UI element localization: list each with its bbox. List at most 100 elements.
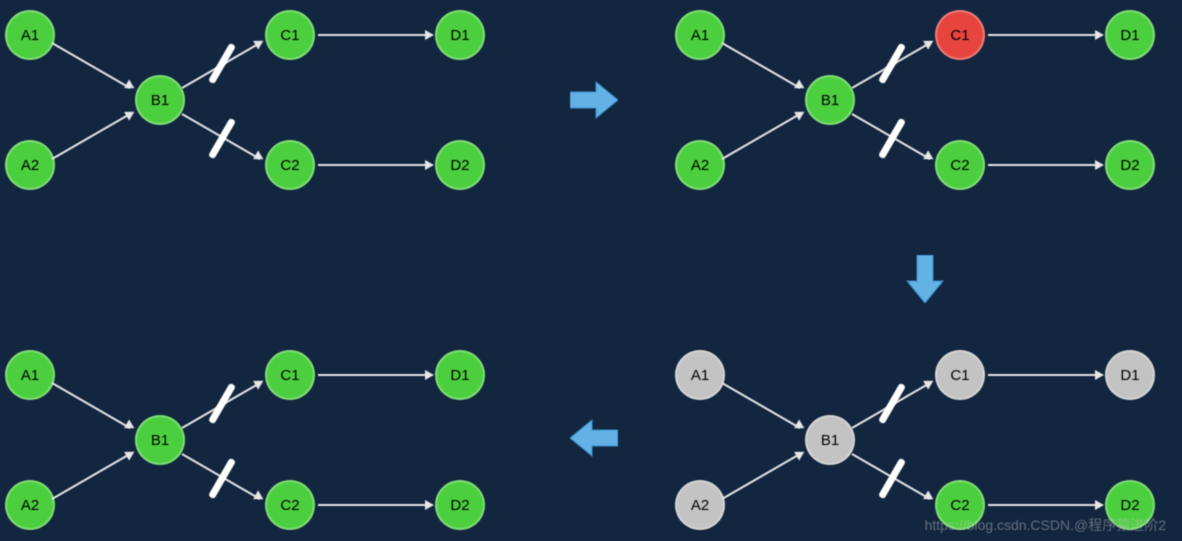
arrow-down-icon (905, 255, 945, 303)
node-label: C1 (280, 27, 299, 44)
edge-c1-d1 (988, 34, 1098, 36)
barrier-bottom (208, 458, 236, 500)
arrow-right-icon (570, 80, 618, 120)
node-a1: A1 (5, 10, 55, 60)
edge-a2-b1 (52, 113, 131, 160)
node-label: A1 (21, 27, 39, 44)
node-label: C1 (950, 27, 969, 44)
edge-c2-d2 (988, 504, 1098, 506)
edge-c2-d2 (318, 504, 428, 506)
node-label: D2 (1120, 497, 1139, 514)
node-d1: D1 (435, 10, 485, 60)
node-label: B1 (151, 432, 169, 449)
node-label: A1 (691, 27, 709, 44)
node-a2: A2 (675, 140, 725, 190)
node-b1: B1 (135, 75, 185, 125)
edge-head (1095, 500, 1104, 510)
edge-head (794, 79, 807, 92)
edge-c1-d1 (318, 34, 428, 36)
node-a1: A1 (5, 350, 55, 400)
edge-c2-d2 (988, 164, 1098, 166)
node-d2: D2 (435, 140, 485, 190)
node-label: C2 (950, 157, 969, 174)
edge-head (923, 490, 936, 503)
node-label: C1 (950, 367, 969, 384)
edge-head (253, 36, 266, 49)
node-label: C2 (280, 157, 299, 174)
edge-head (124, 447, 137, 460)
barrier-top (208, 43, 236, 85)
edge-head (253, 490, 266, 503)
edge-head (124, 107, 137, 120)
node-label: B1 (151, 92, 169, 109)
watermark: https://blog.csdn.CSDN.@程序猿进阶2 (925, 515, 1166, 535)
node-label: A2 (21, 497, 39, 514)
barrier-bottom (208, 118, 236, 160)
edge-head (425, 500, 434, 510)
node-d2: D2 (1105, 140, 1155, 190)
edge-head (1095, 160, 1104, 170)
barrier-top (878, 43, 906, 85)
node-label: D1 (1120, 27, 1139, 44)
edge-head (794, 107, 807, 120)
node-d1: D1 (435, 350, 485, 400)
edge-head (425, 160, 434, 170)
edge-head (1095, 30, 1104, 40)
graph-bottom-right: A1 A2 B1 C1 C2 D1 D2 (670, 345, 1170, 535)
edge-c1-d1 (988, 374, 1098, 376)
node-a2: A2 (675, 480, 725, 530)
node-label: D2 (1120, 157, 1139, 174)
node-b1: B1 (805, 75, 855, 125)
node-label: D2 (450, 497, 469, 514)
node-label: D2 (450, 157, 469, 174)
edge-a1-b1 (52, 42, 131, 89)
barrier-top (208, 383, 236, 425)
node-d1: D1 (1105, 350, 1155, 400)
node-c1: C1 (265, 350, 315, 400)
node-c1: C1 (935, 10, 985, 60)
edge-head (794, 447, 807, 460)
node-c1: C1 (935, 350, 985, 400)
node-a1: A1 (675, 350, 725, 400)
edge-c1-d1 (318, 374, 428, 376)
barrier-bottom (878, 458, 906, 500)
node-a2: A2 (5, 140, 55, 190)
node-b1: B1 (135, 415, 185, 465)
edge-a2-b1 (52, 453, 131, 500)
node-d1: D1 (1105, 10, 1155, 60)
edge-head (425, 370, 434, 380)
edge-a2-b1 (722, 453, 801, 500)
edge-head (923, 36, 936, 49)
graph-top-left: A1 A2 B1 C1 C2 D1 D2 (0, 5, 500, 195)
node-label: D1 (450, 367, 469, 384)
edge-head (124, 79, 137, 92)
node-c2: C2 (265, 480, 315, 530)
edge-head (425, 30, 434, 40)
node-label: A1 (21, 367, 39, 384)
node-c2: C2 (265, 140, 315, 190)
node-label: A1 (691, 367, 709, 384)
node-label: D1 (450, 27, 469, 44)
edge-head (124, 419, 137, 432)
edge-a1-b1 (722, 382, 801, 429)
node-label: B1 (821, 432, 839, 449)
graph-bottom-left: A1 A2 B1 C1 C2 D1 D2 (0, 345, 500, 535)
node-c2: C2 (935, 140, 985, 190)
node-label: A2 (21, 157, 39, 174)
node-label: A2 (691, 497, 709, 514)
edge-head (923, 150, 936, 163)
edge-head (253, 376, 266, 389)
node-label: C2 (280, 497, 299, 514)
edge-head (794, 419, 807, 432)
edge-a1-b1 (52, 382, 131, 429)
edge-a2-b1 (722, 113, 801, 160)
edge-c2-d2 (318, 164, 428, 166)
node-a2: A2 (5, 480, 55, 530)
edge-head (1095, 370, 1104, 380)
node-label: B1 (821, 92, 839, 109)
node-c1: C1 (265, 10, 315, 60)
node-label: C1 (280, 367, 299, 384)
edge-head (253, 150, 266, 163)
barrier-top (878, 383, 906, 425)
node-b1: B1 (805, 415, 855, 465)
